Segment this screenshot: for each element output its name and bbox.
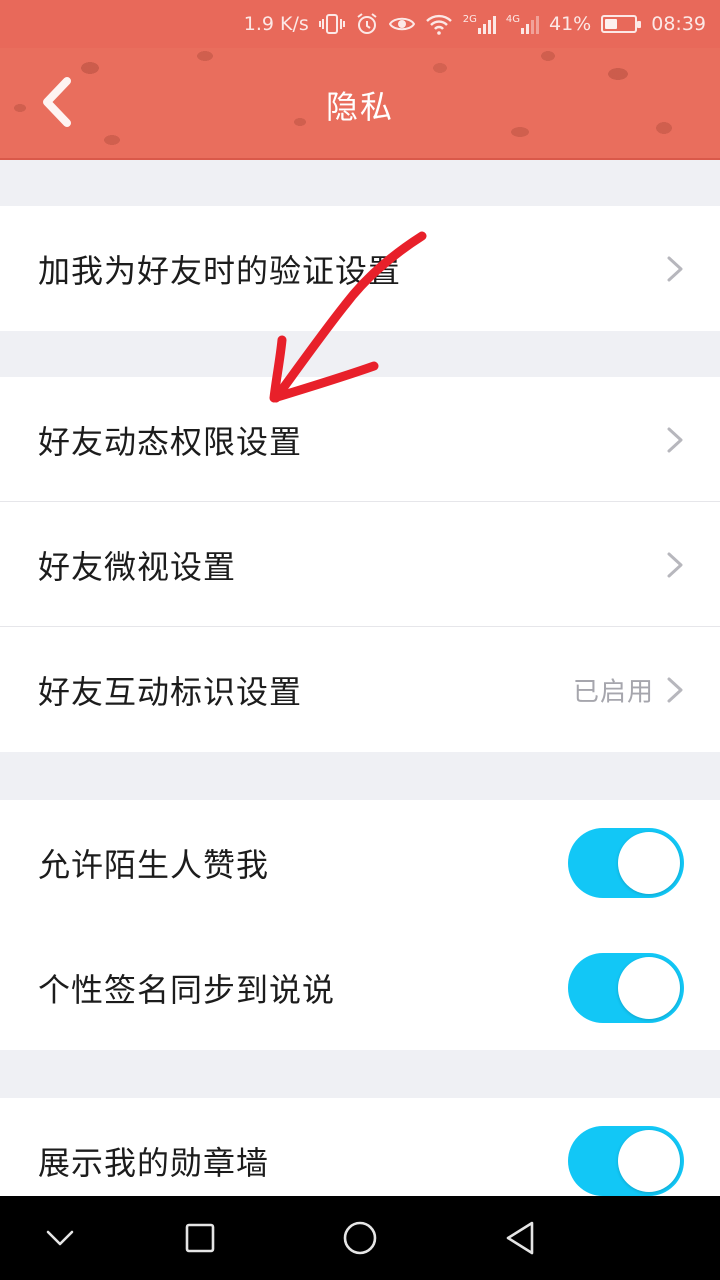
page-title: 隐私 [325,88,394,126]
settings-group-toggles: 允许陌生人赞我 个性签名同步到说说 [0,800,720,1050]
sim2-signal-icon: 4G [506,14,539,34]
row-friend-weishi-settings[interactable]: 好友微视设置 [0,502,720,627]
clock: 08:39 [651,13,706,35]
chevron-down-icon [46,1230,74,1246]
chevron-right-icon [667,552,683,577]
settings-group-friends: 好友动态权限设置 好友微视设置 好友互动标识设置 已启用 [0,377,720,752]
show-badge-wall-toggle[interactable] [568,1125,684,1196]
chevron-right-icon [667,427,683,452]
row-label: 个性签名同步到说说 [38,970,336,1009]
row-label: 展示我的勋章墙 [38,1143,270,1182]
home-button[interactable] [300,1196,420,1280]
row-sync-signature: 个性签名同步到说说 [0,925,720,1050]
battery-percent: 41% [549,13,592,35]
recents-button[interactable] [140,1196,260,1280]
row-friend-interaction-badge[interactable]: 好友互动标识设置 已启用 [0,627,720,752]
chevron-right-icon [667,677,683,702]
title-bar: 隐私 [0,48,720,160]
eye-icon [388,14,415,34]
square-icon [185,1223,215,1253]
toggle-knob [618,956,680,1019]
toggle-knob [618,1129,680,1192]
row-label: 好友互动标识设置 [38,672,303,711]
system-nav-bar [0,1196,720,1280]
row-friend-verification-settings[interactable]: 加我为好友时的验证设置 [0,206,720,331]
sim1-type-label: 2G [462,14,477,25]
settings-group-verification: 加我为好友时的验证设置 [0,206,720,331]
triangle-back-icon [506,1221,534,1255]
vibrate-icon [318,13,345,35]
alarm-icon [355,12,379,36]
row-label: 加我为好友时的验证设置 [38,251,402,290]
allow-stranger-likes-toggle[interactable] [568,827,684,898]
back-nav-button[interactable] [460,1196,580,1280]
battery-icon [601,15,642,33]
row-allow-stranger-likes: 允许陌生人赞我 [0,800,720,925]
battery-level-fill [605,19,617,29]
toggle-knob [618,831,680,894]
status-bar: 1.9 K/s 2G 4G 41% 08:39 [0,0,720,48]
row-label: 好友动态权限设置 [38,422,303,461]
row-friend-feed-permissions[interactable]: 好友动态权限设置 [0,377,720,502]
wifi-icon [425,13,453,35]
sync-signature-toggle[interactable] [568,952,684,1023]
sim2-type-label: 4G [505,14,520,25]
status-value: 已启用 [572,677,654,707]
hide-nav-button[interactable] [0,1196,120,1280]
network-speed: 1.9 K/s [243,13,309,35]
sim1-signal-icon: 2G [463,14,496,34]
row-label: 好友微视设置 [38,547,237,586]
row-label: 允许陌生人赞我 [38,845,270,884]
circle-icon [343,1221,377,1255]
chevron-right-icon [667,256,683,281]
